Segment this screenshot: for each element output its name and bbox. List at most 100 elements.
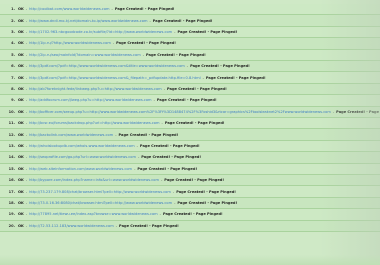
separator: - — [25, 200, 28, 205]
status-message: Page Created! - Page Pinged! — [177, 200, 238, 205]
url-link[interactable]: http://bcsr.eu/forums/backdrop.php?url=h… — [29, 121, 159, 125]
url-link[interactable]: http://73.0.16.36:8080/chat/browser.html… — [29, 201, 172, 205]
separator: - — [25, 75, 28, 80]
status-ok: OK — [18, 143, 24, 148]
separator: - — [25, 98, 28, 103]
status-ok: OK — [18, 75, 24, 80]
status-message: Page Created! - Page Pinged! — [190, 64, 250, 69]
url-link[interactable]: http://bofficer.com/seeup.php?u=http://w… — [29, 110, 331, 114]
separator: - — [112, 41, 115, 46]
separator: - — [163, 86, 165, 91]
separator: - — [142, 52, 144, 57]
url-link[interactable]: http://www.dndl.mo-kj.net/domain-to-ip/w… — [29, 19, 147, 23]
status-message: Page Created! - Page Pinged! — [164, 121, 225, 126]
separator: - — [136, 143, 138, 148]
separator: - — [153, 98, 155, 103]
separator: - — [25, 7, 28, 12]
row-number: 1. — [11, 7, 15, 12]
result-row: 17. OK - http://73.237.179.808/chat/browser… — [0, 186, 380, 198]
row-number: 15. — [8, 166, 15, 171]
status-message: Page Created! - Page Pinged! — [176, 189, 236, 194]
url-link[interactable]: http://2ip.ru/seo/mainfold/?domain=www.w… — [29, 53, 141, 57]
result-row: 11. OK - http://bcsr.eu/forums/backdrop.php… — [0, 118, 380, 130]
url-link[interactable]: http://3pdf.com/?pdf=http://www.worldwid… — [29, 64, 185, 68]
status-ok: OK — [18, 64, 24, 69]
result-row: 6. OK - http://3pdf.com/?pdf=http://www.wor… — [0, 61, 380, 73]
separator: - — [202, 75, 204, 80]
separator: - — [159, 212, 161, 217]
separator: - — [25, 121, 28, 126]
result-row: 2. OK - http://www.dndl.mo-kj.net/domain-to… — [0, 15, 380, 27]
separator: - — [149, 18, 151, 23]
url-link[interactable]: http://coolbat.com/www.worldwidenews.com — [29, 7, 109, 11]
row-number: 16. — [8, 178, 15, 183]
result-row: 20. OK - http://72.53.112.183/www.worldwide… — [0, 220, 380, 232]
url-link[interactable]: http://1ip.ru/?http://www.worldwidenews.… — [29, 41, 111, 45]
separator: - — [25, 52, 28, 57]
status-ok: OK — [18, 189, 24, 194]
separator: - — [25, 41, 28, 46]
row-number: 9. — [11, 98, 15, 103]
result-row: 19. OK - http://77895.net/tiewu.ee/index.as… — [0, 209, 380, 221]
separator: - — [174, 200, 176, 205]
result-row: 14. OK - http://seoprofile.com/go.php?url=w… — [0, 152, 380, 164]
url-link[interactable]: http://addfoorum.com/jlweg.php?u=http://… — [29, 98, 151, 102]
row-number: 2. — [11, 18, 15, 23]
separator: - — [25, 132, 28, 137]
row-number: 20. — [8, 223, 15, 228]
url-link[interactable]: http://seoprofile.com/go.php?url=www.wor… — [29, 155, 136, 159]
separator: - — [160, 178, 163, 183]
row-number: 10. — [8, 109, 15, 114]
status-message: Page Created! - Page Pinged! — [116, 41, 176, 46]
status-message: Page Created! - Page Pinged! — [177, 29, 238, 34]
result-row: 7. OK - http://3pdf.com/?pdf=http://www.wor… — [0, 72, 380, 84]
url-link[interactable]: http://1702.963.nbcgoodcode.co.kr/subfil… — [29, 30, 172, 34]
status-message: Page Created! - Page Pinged! — [205, 75, 266, 80]
row-number: 11. — [8, 121, 15, 126]
separator: - — [25, 212, 28, 217]
row-number: 8. — [11, 86, 15, 91]
status-message: Page Created! - Page Pinged! — [336, 109, 380, 114]
separator: - — [25, 166, 28, 171]
url-link[interactable]: http://web.siteinformation.com/www.world… — [29, 167, 132, 171]
status-ok: OK — [18, 200, 24, 205]
row-number: 5. — [11, 52, 15, 57]
separator: - — [172, 189, 175, 194]
result-row: 5. OK - http://2ip.ru/seo/mainfold/?domain=… — [0, 49, 380, 61]
separator: - — [25, 29, 28, 34]
separator: - — [25, 189, 28, 194]
url-link[interactable]: http://ab7foreknight.fede/linkweg.php?u=… — [29, 87, 162, 91]
results-list: 1. OK - http://coolbat.com/www.worldwidenew… — [0, 0, 380, 265]
separator: - — [25, 109, 28, 114]
separator: - — [25, 86, 28, 91]
separator: - — [332, 109, 335, 114]
url-link[interactable]: http://bypore.com/index.php?name=info&ur… — [29, 178, 159, 182]
url-link[interactable]: http://77895.net/tiewu.ee/index.asp?brow… — [29, 212, 158, 216]
url-link[interactable]: http://backolink.com/www.worldwidenews.c… — [29, 133, 113, 137]
status-message: Page Created! - Page Pinged! — [118, 132, 179, 137]
status-message: Page Created! - Page Pinged! — [167, 86, 227, 91]
url-link[interactable]: http://whoislookupdb.com/whois-www.world… — [29, 144, 134, 148]
row-number: 6. — [11, 64, 15, 69]
row-number: 7. — [11, 75, 15, 80]
row-number: 14. — [8, 155, 15, 160]
result-row: 8. OK - http://ab7foreknight.fede/linkweg.p… — [0, 83, 380, 96]
url-link[interactable]: http://73.237.179.808/chat/browser.html?… — [29, 190, 171, 194]
result-row: 1. OK - http://coolbat.com/www.worldwidenew… — [0, 4, 380, 16]
separator: - — [25, 223, 28, 228]
url-link[interactable]: http://3pdf.com/?pdf=http://www.worldwid… — [29, 76, 200, 80]
separator: - — [25, 18, 28, 23]
url-link[interactable]: http://72.53.112.183/www.worldwidenews.c… — [29, 224, 114, 228]
status-ok: OK — [18, 98, 24, 103]
row-number: 4. — [11, 41, 15, 46]
status-ok: OK — [18, 132, 24, 137]
result-row: 15. OK - http://web.siteinformation.com/www… — [0, 163, 380, 175]
status-ok: OK — [18, 41, 24, 46]
separator: - — [25, 64, 28, 69]
separator: - — [161, 121, 163, 126]
separator: - — [111, 7, 113, 12]
status-message: Page Created! - Page Pinged! — [141, 155, 201, 160]
status-ok: OK — [18, 121, 24, 126]
status-ok: OK — [18, 212, 24, 217]
status-ok: OK — [18, 109, 24, 114]
